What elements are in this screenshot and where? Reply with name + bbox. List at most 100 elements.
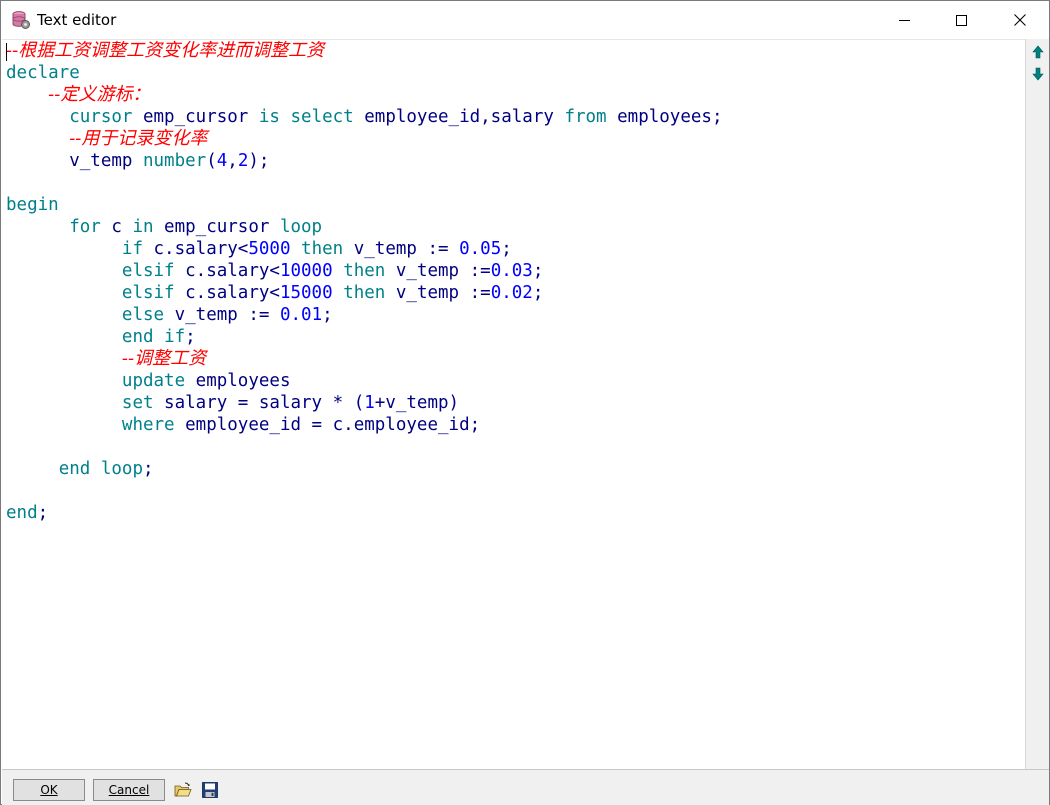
code-keyword: if bbox=[121, 239, 143, 259]
code-line: --定义游标： bbox=[6, 84, 150, 106]
code-editor[interactable]: --根据工资调整工资变化率进而调整工资 declare --定义游标： curso… bbox=[2, 39, 1025, 769]
code-keyword: in bbox=[132, 217, 154, 237]
code-text: ; bbox=[501, 239, 512, 259]
code-line: for c in emp_cursor loop bbox=[6, 216, 322, 238]
code-keyword: end bbox=[121, 327, 154, 347]
code-text: employee_id = c.employee_id; bbox=[174, 415, 481, 435]
code-text: +v_temp) bbox=[374, 393, 460, 413]
code-line: v_temp number(4,2); bbox=[6, 150, 269, 172]
code-text: v_temp bbox=[69, 151, 143, 171]
code-text: ); bbox=[248, 151, 270, 171]
close-icon bbox=[1014, 14, 1026, 26]
code-keyword: update bbox=[121, 371, 186, 391]
window-title: Text editor bbox=[37, 11, 117, 29]
editor-side-gutter bbox=[1025, 39, 1049, 769]
database-icon bbox=[12, 11, 30, 29]
close-button[interactable] bbox=[997, 1, 1043, 39]
code-text: ; bbox=[532, 283, 544, 303]
code-line: --根据工资调整工资变化率进而调整工资 bbox=[6, 40, 324, 62]
code-keyword: select bbox=[290, 107, 354, 127]
code-line: where employee_id = c.employee_id; bbox=[6, 414, 480, 436]
code-line: --调整工资 bbox=[6, 348, 206, 370]
code-keyword: end bbox=[6, 503, 38, 523]
code-text: c.salary< bbox=[174, 261, 280, 281]
ok-button[interactable]: OK bbox=[13, 779, 85, 801]
code-text: ; bbox=[322, 305, 333, 325]
code-number: 0.05 bbox=[459, 239, 502, 259]
code-text: , bbox=[227, 151, 238, 171]
code-number: 0.01 bbox=[279, 305, 323, 325]
minimize-button[interactable] bbox=[881, 1, 927, 39]
code-text: employees bbox=[185, 371, 291, 391]
code-text: ( bbox=[206, 151, 217, 171]
code-keyword: number bbox=[142, 151, 207, 171]
code-number: 1 bbox=[364, 393, 375, 413]
code-keyword: cursor bbox=[69, 107, 133, 127]
maximize-icon bbox=[955, 14, 967, 26]
code-line: --用于记录变化率 bbox=[6, 128, 207, 150]
code-keyword: elsif bbox=[121, 261, 175, 281]
code-comment: --根据工资调整工资变化率进而调整工资 bbox=[6, 40, 325, 61]
code-text: c.salary< bbox=[174, 283, 280, 303]
code-number: 4 bbox=[216, 151, 228, 171]
code-keyword: then bbox=[301, 239, 344, 259]
cancel-button[interactable]: Cancel bbox=[93, 779, 165, 801]
code-text: ; bbox=[143, 459, 154, 479]
code-comment: --调整工资 bbox=[121, 348, 207, 369]
code-keyword: for bbox=[69, 217, 101, 237]
title-bar[interactable]: Text editor bbox=[1, 1, 1049, 39]
code-text: employee_id,salary bbox=[353, 107, 565, 127]
open-folder-icon[interactable] bbox=[174, 781, 192, 799]
code-line: elsif c.salary<15000 then v_temp :=0.02; bbox=[6, 282, 544, 304]
minimize-icon bbox=[898, 19, 910, 21]
code-text: v_temp := bbox=[385, 261, 491, 281]
arrow-up-icon[interactable] bbox=[1032, 45, 1044, 59]
code-text: c bbox=[100, 217, 133, 237]
code-keyword: elsif bbox=[121, 283, 175, 303]
code-keyword: where bbox=[121, 415, 175, 435]
code-line: update employees bbox=[6, 370, 291, 392]
code-text: employees; bbox=[606, 107, 723, 127]
code-number: 0.02 bbox=[490, 283, 533, 303]
code-text: ; bbox=[185, 327, 196, 347]
code-number: 10000 bbox=[279, 261, 333, 281]
code-line: end loop; bbox=[6, 458, 154, 480]
code-number: 5000 bbox=[248, 239, 291, 259]
code-keyword: declare bbox=[6, 63, 80, 83]
code-number: 2 bbox=[237, 151, 249, 171]
code-text: v_temp := bbox=[164, 305, 280, 325]
save-icon[interactable] bbox=[201, 781, 219, 799]
maximize-button[interactable] bbox=[938, 1, 984, 39]
code-line: declare bbox=[6, 62, 80, 84]
arrow-down-icon[interactable] bbox=[1032, 67, 1044, 81]
code-line: cursor emp_cursor is select employee_id,… bbox=[6, 106, 723, 128]
code-text: c.salary< bbox=[142, 239, 249, 259]
code-comment: --用于记录变化率 bbox=[69, 128, 208, 149]
code-line: elsif c.salary<10000 then v_temp :=0.03; bbox=[6, 260, 544, 282]
code-text: v_temp := bbox=[385, 283, 491, 303]
code-text: salary = salary * ( bbox=[153, 393, 365, 413]
code-keyword: loop bbox=[100, 459, 143, 479]
code-text: ; bbox=[532, 261, 544, 281]
text-editor-window: Text editor --根据工资调整工资变化率进而调整工资 declare -… bbox=[0, 0, 1050, 805]
code-keyword: then bbox=[343, 283, 386, 303]
code-keyword: from bbox=[564, 107, 607, 127]
code-line: end; bbox=[6, 502, 48, 524]
code-line: begin bbox=[6, 194, 59, 216]
code-number: 0.03 bbox=[490, 261, 533, 281]
code-line: if c.salary<5000 then v_temp := 0.05; bbox=[6, 238, 512, 260]
code-text: emp_cursor bbox=[132, 107, 259, 127]
code-keyword: is bbox=[258, 107, 280, 127]
